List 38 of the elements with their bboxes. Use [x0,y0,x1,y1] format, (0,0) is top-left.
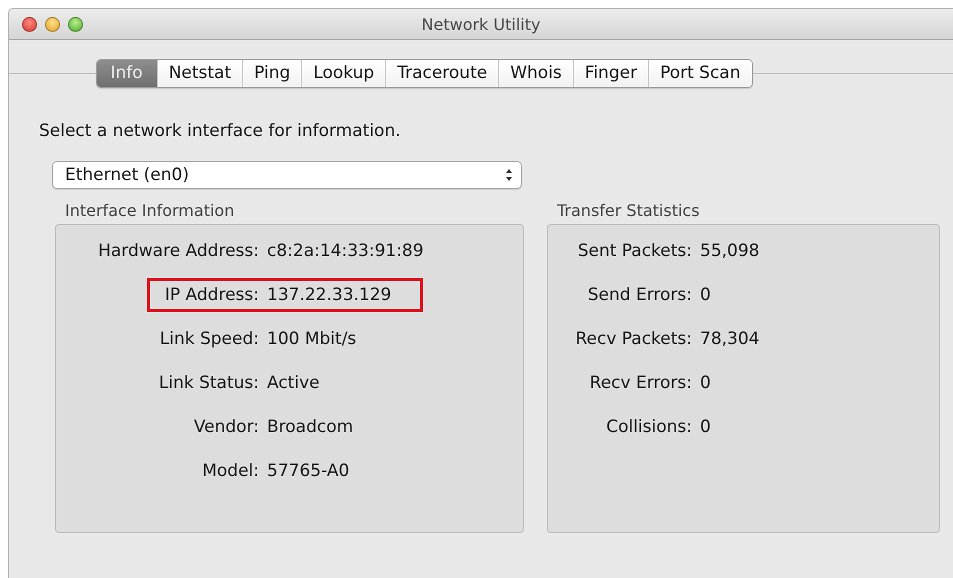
field-value: 0 [700,417,712,437]
tab[interactable]: Traceroute [385,60,498,87]
field-label: Recv Packets: [574,329,692,349]
field-value: 78,304 [700,329,760,349]
field-label: Hardware Address: [97,241,259,261]
tab[interactable]: Whois [498,60,573,87]
stepper-icon [505,168,513,182]
tab[interactable]: Netstat [156,60,242,87]
field-value: 100 Mbit/s [267,329,358,349]
field-value: 0 [700,285,712,305]
field-value: Broadcom [267,417,354,437]
close-button[interactable] [22,16,37,32]
field-label: IP Address: [164,285,259,305]
field-label: Send Errors: [586,285,692,305]
group-title: Interface Information [65,201,236,220]
field-label: Collisions: [605,417,692,437]
field-label: Sent Packets: [576,241,692,261]
minimize-button[interactable] [45,16,60,32]
tab[interactable]: Port Scan [648,60,752,87]
field-value: Active [267,373,321,393]
field-label: Model: [201,461,259,481]
field-label: Vendor: [192,417,259,437]
tab[interactable]: Finger [572,60,648,87]
field-value: 55,098 [700,241,760,261]
field-value: 0 [700,373,712,393]
field-value: c8:2a:14:33:91:89 [267,241,425,261]
group-title: Transfer Statistics [557,201,701,220]
window-title: Network Utility [422,14,540,34]
field-value: 57765-A0 [267,461,350,481]
field-label: Link Speed: [158,329,259,349]
interface-dropdown[interactable]: Ethernet (en0) [52,161,522,189]
tab[interactable]: Ping [242,60,302,87]
field-value: 137.22.33.129 [267,285,392,305]
prompt-text: Select a network interface for information. [39,121,402,141]
field-label: Link Status: [158,373,259,393]
zoom-button[interactable] [68,16,83,32]
field-label: Recv Errors: [588,373,692,393]
tab[interactable]: Lookup [301,60,386,87]
